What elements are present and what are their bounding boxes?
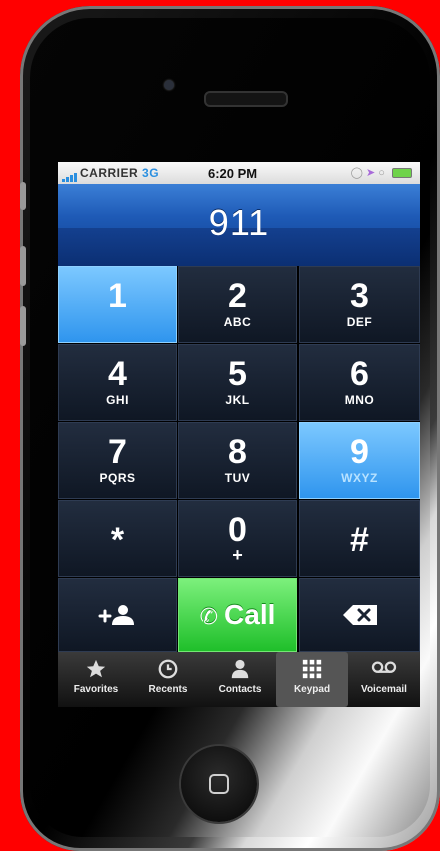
home-button[interactable]	[181, 746, 257, 822]
alarm-icon: ○	[378, 167, 385, 179]
dialed-number: 911	[208, 202, 270, 243]
key-9[interactable]: 9 WXYZ	[299, 422, 420, 499]
key-6[interactable]: 6 MNO	[299, 344, 420, 421]
star-icon	[86, 659, 106, 678]
phone-screen: CARRIER 3G 6:20 PM ◯ ➤ ○ 911 1 2 ABC 3 D…	[58, 162, 420, 707]
home-square-icon	[209, 774, 229, 794]
person-icon	[231, 659, 249, 679]
tab-favorites[interactable]: Favorites	[60, 652, 132, 707]
add-contact-icon	[98, 605, 134, 625]
key-2[interactable]: 2 ABC	[178, 266, 297, 343]
tab-recents[interactable]: Recents	[132, 652, 204, 707]
status-bar: CARRIER 3G 6:20 PM ◯ ➤ ○	[58, 162, 420, 184]
add-contact-button[interactable]	[58, 578, 177, 652]
earpiece-speaker	[204, 91, 288, 107]
key-4[interactable]: 4 GHI	[58, 344, 177, 421]
call-label: Call	[224, 599, 276, 630]
status-icons: ◯ ➤ ○	[351, 166, 412, 179]
keypad: 1 2 ABC 3 DEF 4 GHI 5 JKL 6 MNO 7 PQRS 8…	[58, 266, 420, 656]
key-hash[interactable]: #	[299, 500, 420, 577]
front-camera	[164, 80, 174, 90]
backspace-icon	[342, 605, 377, 625]
key-1[interactable]: 1	[58, 266, 177, 343]
key-0[interactable]: 0 +	[178, 500, 297, 577]
key-star[interactable]: *	[58, 500, 177, 577]
network-type: 3G	[142, 166, 160, 180]
signal-icon	[62, 168, 78, 182]
tab-contacts[interactable]: Contacts	[204, 652, 276, 707]
keypad-icon	[302, 659, 322, 679]
tab-bar: Favorites Recents Contacts Keypad Voicem…	[58, 652, 420, 707]
dial-display: 911	[58, 184, 420, 266]
phone-icon: ✆	[199, 604, 219, 629]
key-3[interactable]: 3 DEF	[299, 266, 420, 343]
volume-up-button	[20, 246, 26, 286]
volume-down-button	[20, 306, 26, 346]
carrier-name: CARRIER 3G	[80, 166, 160, 180]
tab-voicemail[interactable]: Voicemail	[348, 652, 420, 707]
delete-button[interactable]	[299, 578, 420, 652]
key-5[interactable]: 5 JKL	[178, 344, 297, 421]
key-7[interactable]: 7 PQRS	[58, 422, 177, 499]
location-icon: ➤	[366, 167, 376, 179]
mute-switch	[20, 182, 26, 210]
voicemail-icon	[371, 661, 397, 673]
clock-icon	[158, 659, 178, 679]
call-button[interactable]: ✆ Call	[178, 578, 297, 652]
tab-keypad[interactable]: Keypad	[276, 652, 348, 707]
key-8[interactable]: 8 TUV	[178, 422, 297, 499]
lock-rotation-icon: ◯	[350, 167, 363, 179]
status-time: 6:20 PM	[208, 166, 258, 181]
battery-icon	[392, 168, 412, 179]
